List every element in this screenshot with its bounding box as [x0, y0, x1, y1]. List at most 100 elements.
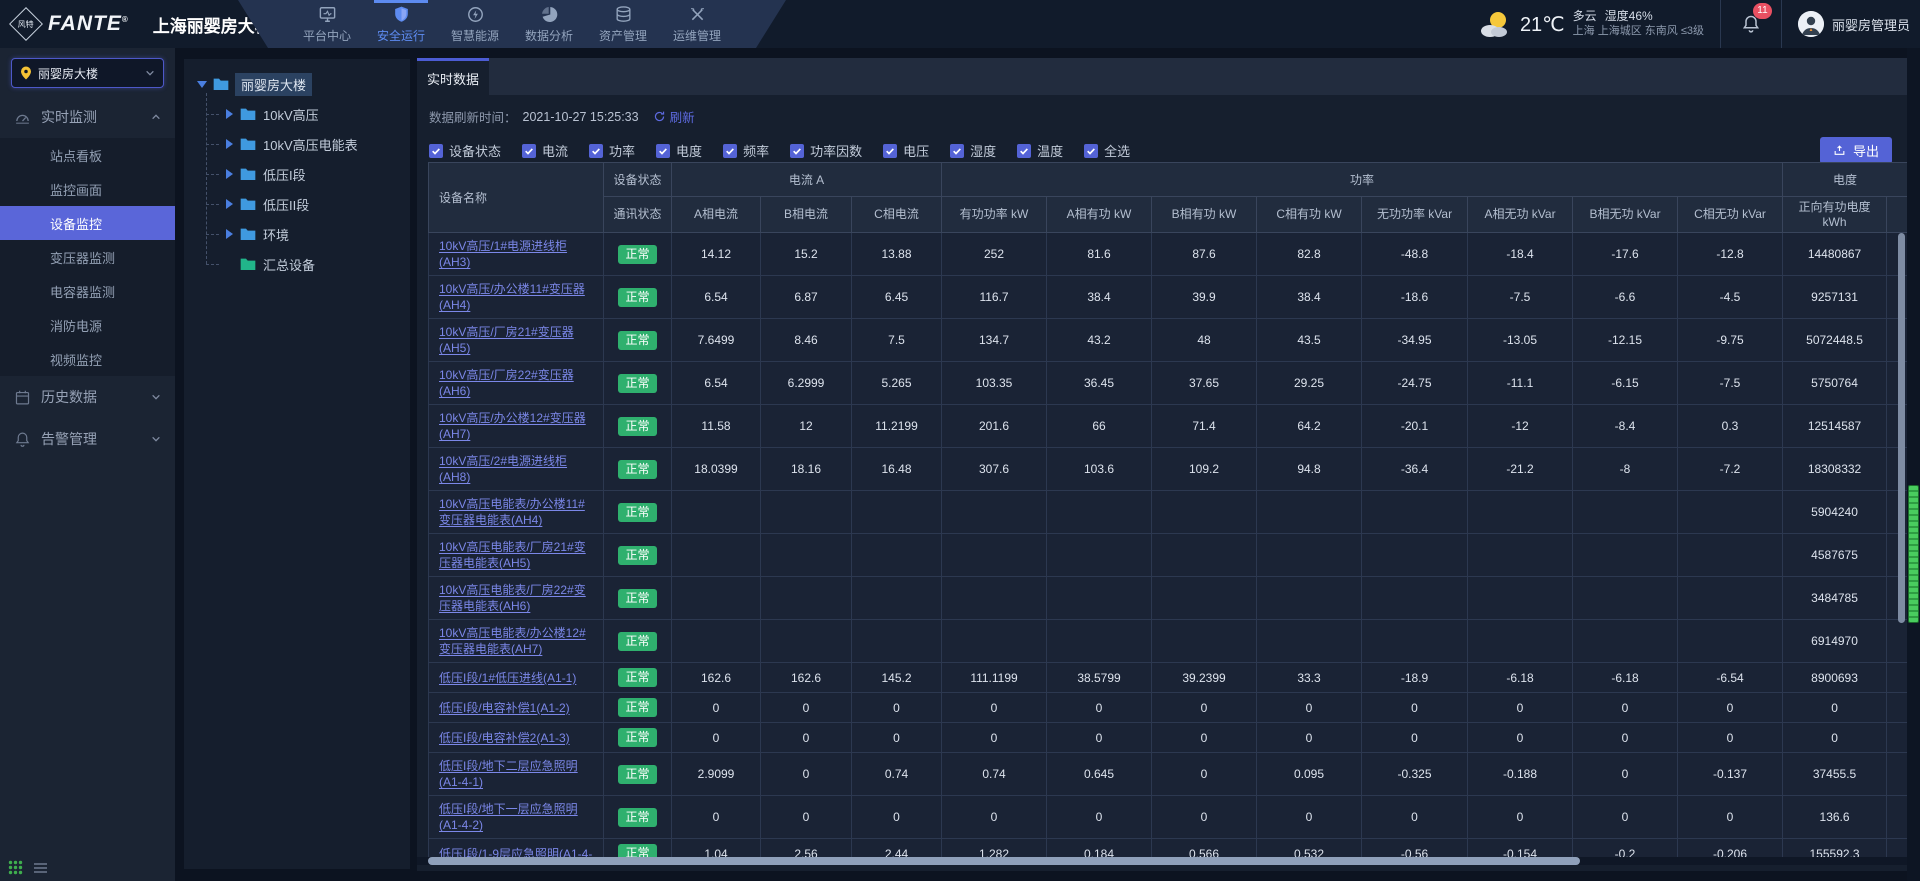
comm-status-cell: 正常 [604, 577, 672, 620]
weather-humidity: 湿度46% [1605, 9, 1653, 24]
topbar: 风特 FANTE® 上海丽婴房大楼 平台中心 安全运行 智慧能源 数据分析 资产… [0, 0, 1920, 48]
device-link[interactable]: 低压I段/电容补偿2(A1-3) [439, 731, 570, 745]
realtime-submenu: 站点看板 监控画面 设备监控 变压器监测 电容器监测 消防电源 视频监控 [0, 138, 175, 376]
sidebar-subitem[interactable]: 设备监控 [0, 206, 175, 240]
device-link[interactable]: 10kV高压/办公楼12#变压器(AH7) [439, 411, 586, 441]
filter-checkbox[interactable]: 电度 [656, 141, 702, 160]
nav-item-smart-energy[interactable]: 智慧能源 [446, 0, 504, 48]
table-row: 10kV高压/办公楼11#变压器(AH4)正常6.546.876.45116.7… [429, 276, 1908, 319]
value-cell [1573, 577, 1678, 620]
device-link[interactable]: 低压I段/电容补偿1(A1-2) [439, 701, 570, 715]
nav-item-data-analysis[interactable]: 数据分析 [520, 0, 578, 48]
sidebar-subitem[interactable]: 站点看板 [0, 138, 175, 172]
filter-checkbox[interactable]: 温度 [1017, 141, 1063, 160]
nav-item-ops-management[interactable]: 运维管理 [668, 0, 726, 48]
device-link[interactable]: 低压I段/地下二层应急照明(A1-4-1) [439, 759, 578, 789]
value-cell: 6914970 [1783, 620, 1887, 663]
device-link[interactable]: 10kV高压电能表/办公楼12#变压器电能表(AH7) [439, 626, 586, 656]
value-cell [1047, 534, 1152, 577]
value-cell [761, 620, 852, 663]
value-cell: 109.2 [1152, 448, 1257, 491]
value-cell: 0 [1678, 796, 1783, 839]
export-button[interactable]: 导出 [1820, 137, 1892, 164]
value-cell: 64.2 [1257, 405, 1362, 448]
list-icon[interactable] [33, 862, 48, 874]
page-scrollbar-thumb[interactable] [1908, 485, 1919, 623]
col-header-active-power: 有功功率 kW [942, 197, 1047, 233]
value-cell: 134.7 [942, 319, 1047, 362]
filter-checkbox[interactable]: 全选 [1084, 141, 1130, 160]
filter-checkbox[interactable]: 电流 [522, 141, 568, 160]
tree-node[interactable]: 10kV高压 [184, 99, 410, 129]
debug-grid-icon[interactable] [8, 860, 23, 875]
tree-leaf-node[interactable]: 汇总设备 [184, 249, 410, 279]
nav-item-safe-operation[interactable]: 安全运行 [372, 0, 430, 48]
value-cell: -0.137 [1678, 753, 1783, 796]
notifications-button[interactable]: 11 [1720, 0, 1781, 48]
sidebar-subitem[interactable]: 监控画面 [0, 172, 175, 206]
value-cell: 3484785 [1783, 577, 1887, 620]
sidebar-subitem[interactable]: 视频监控 [0, 342, 175, 376]
sidebar-item-realtime-monitoring[interactable]: 实时监测 [0, 96, 175, 138]
sidebar-item-history-data[interactable]: 历史数据 [0, 376, 175, 418]
device-link[interactable]: 10kV高压/厂房22#变压器(AH6) [439, 368, 574, 398]
value-cell: 0 [852, 796, 942, 839]
tree-node[interactable]: 低压II段 [184, 189, 410, 219]
value-cell: -13.05 [1468, 319, 1573, 362]
col-header-fragment [1887, 197, 1907, 233]
value-cell [852, 491, 942, 534]
value-cell: 48 [1152, 319, 1257, 362]
nav-item-asset-management[interactable]: 资产管理 [594, 0, 652, 48]
tab-realtime-data[interactable]: 实时数据 [417, 58, 489, 95]
comm-status-cell: 正常 [604, 663, 672, 693]
fragment-cell [1887, 723, 1907, 753]
col-header-comm-status: 通讯状态 [604, 197, 672, 233]
filter-checkbox[interactable]: 功率因数 [790, 141, 862, 160]
value-cell: 0 [1152, 753, 1257, 796]
sidebar-subitem[interactable]: 消防电源 [0, 308, 175, 342]
filter-checkbox[interactable]: 湿度 [950, 141, 996, 160]
table-row: 10kV高压电能表/办公楼12#变压器电能表(AH7)正常6914970 [429, 620, 1908, 663]
user-menu[interactable]: 丽婴房管理员 [1781, 0, 1910, 48]
filter-checkbox[interactable]: 功率 [589, 141, 635, 160]
value-cell: 36.45 [1047, 362, 1152, 405]
device-link[interactable]: 10kV高压电能表/办公楼11#变压器电能表(AH4) [439, 497, 585, 527]
value-cell: -0.188 [1468, 753, 1573, 796]
nav-item-platform-center[interactable]: 平台中心 [298, 0, 356, 48]
col-header-forward-energy: 正向有功电度 kWh [1783, 197, 1887, 233]
fragment-cell [1887, 620, 1907, 663]
filter-checkbox[interactable]: 电压 [883, 141, 929, 160]
device-link[interactable]: 低压I段/1#低压进线(A1-1) [439, 671, 576, 685]
filter-checkbox[interactable]: 设备状态 [429, 141, 501, 160]
value-cell [1257, 534, 1362, 577]
device-link[interactable]: 低压I段/地下一层应急照明(A1-4-2) [439, 802, 578, 832]
value-cell: 43.5 [1257, 319, 1362, 362]
folder-icon [240, 167, 256, 181]
tree-root-node[interactable]: 丽婴房大楼 [184, 69, 410, 99]
sidebar-item-alarm-management[interactable]: 告警管理 [0, 418, 175, 460]
device-group-icon [240, 257, 256, 271]
device-link[interactable]: 10kV高压/办公楼11#变压器(AH4) [439, 282, 585, 312]
tree-node[interactable]: 低压I段 [184, 159, 410, 189]
device-link[interactable]: 10kV高压/厂房21#变压器(AH5) [439, 325, 574, 355]
value-cell: 162.6 [672, 663, 761, 693]
device-link[interactable]: 10kV高压/1#电源进线柜(AH3) [439, 239, 567, 269]
value-cell [1573, 620, 1678, 663]
device-link[interactable]: 10kV高压电能表/厂房21#变压器电能表(AH5) [439, 540, 586, 570]
sidebar-subitem[interactable]: 电容器监测 [0, 274, 175, 308]
table-vertical-scrollbar-thumb[interactable] [1898, 233, 1905, 623]
device-link[interactable]: 10kV高压/2#电源进线柜(AH8) [439, 454, 567, 484]
device-link[interactable]: 10kV高压电能表/厂房22#变压器电能表(AH6) [439, 583, 586, 613]
refresh-button[interactable]: 刷新 [653, 107, 695, 126]
value-cell: 0 [1573, 693, 1678, 723]
value-cell: 5072448.5 [1783, 319, 1887, 362]
tree-node[interactable]: 10kV高压电能表 [184, 129, 410, 159]
filter-checkbox[interactable]: 频率 [723, 141, 769, 160]
device-link[interactable]: 低压I段/1-9层应急照明(A1-4- [439, 847, 592, 858]
sidebar-subitem[interactable]: 变压器监测 [0, 240, 175, 274]
tree-node[interactable]: 环境 [184, 219, 410, 249]
device-name-cell: 10kV高压/厂房21#变压器(AH5) [429, 319, 604, 362]
table-row: 低压I段/地下二层应急照明(A1-4-1)正常2.909900.740.740.… [429, 753, 1908, 796]
horizontal-scrollbar-thumb[interactable] [428, 857, 1580, 865]
station-selector[interactable]: 丽婴房大楼 [11, 58, 164, 88]
